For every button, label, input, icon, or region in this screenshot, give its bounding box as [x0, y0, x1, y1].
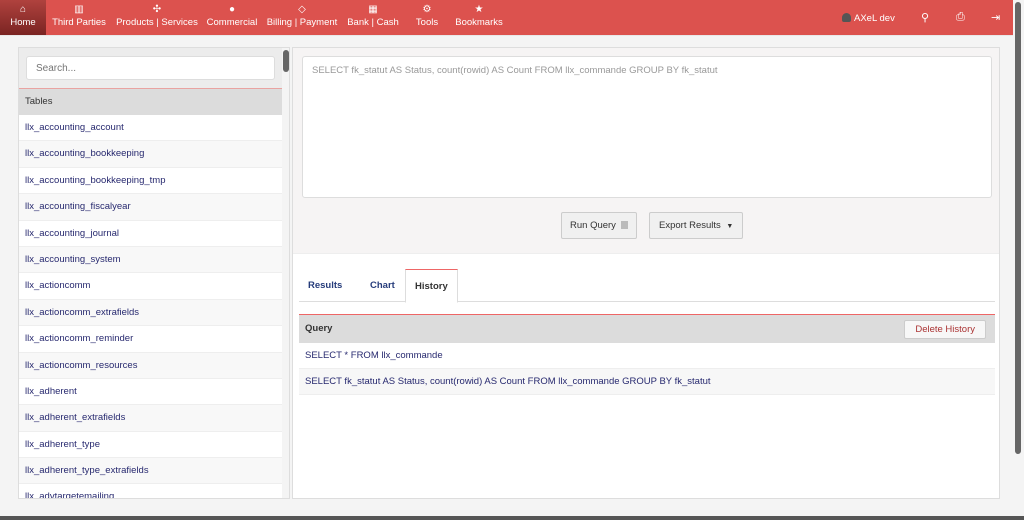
table-item[interactable]: llx_accounting_journal	[19, 221, 282, 247]
bottom-bar	[0, 516, 1024, 520]
table-item[interactable]: llx_advtargetemailing	[19, 484, 282, 498]
logout-icon[interactable]: ⇥	[991, 11, 1000, 24]
tables-header: Tables	[19, 89, 282, 115]
table-item[interactable]: llx_actioncomm_reminder	[19, 326, 282, 353]
star-icon: ★	[474, 4, 484, 15]
table-item[interactable]: llx_actioncomm	[19, 273, 282, 300]
export-results-button[interactable]: Export Results ▼	[649, 212, 744, 239]
table-item[interactable]: llx_actioncomm_extrafields	[19, 299, 282, 327]
nav-label: Commercial	[206, 17, 258, 28]
search-icon[interactable]: ⚲	[921, 11, 929, 24]
table-item[interactable]: llx_adherent_type	[19, 432, 282, 459]
print-icon[interactable]: ⎙	[956, 11, 965, 24]
run-query-button[interactable]: Run Query	[561, 212, 637, 239]
user-name: AXeL dev	[854, 13, 895, 24]
table-item[interactable]: llx_adherent_extrafields	[19, 405, 282, 432]
diamond-icon: ◇	[298, 4, 306, 15]
history-row[interactable]: SELECT * FROM llx_commande	[299, 343, 995, 369]
query-editor-area: SELECT fk_statut AS Status, count(rowid)…	[293, 48, 999, 254]
table-item[interactable]: llx_accounting_bookkeeping	[19, 141, 282, 168]
nav-label: Bank | Cash	[347, 17, 399, 28]
tables-list: llx_accounting_account llx_accounting_bo…	[19, 115, 289, 498]
user-icon: ●	[228, 4, 236, 15]
table-item[interactable]: llx_accounting_bookkeeping_tmp	[19, 168, 282, 195]
tab-history[interactable]: History	[405, 269, 458, 303]
query-panel: SELECT fk_statut AS Status, count(rowid)…	[292, 47, 1000, 499]
bank-icon: ▦	[368, 4, 378, 15]
home-icon: ⌂	[19, 4, 27, 15]
nav-label: Products | Services	[116, 17, 198, 28]
avatar-icon	[842, 13, 851, 22]
nav-label: Home	[10, 17, 36, 28]
user-menu[interactable]: AXeL dev	[842, 13, 895, 24]
export-label: Export Results	[659, 220, 721, 231]
top-navbar: ⌂ Home ▥ Third Parties ✣ Products | Service…	[0, 0, 1024, 36]
delete-history-button[interactable]: Delete History	[904, 320, 986, 339]
nav-bank-cash[interactable]: ▦ Bank | Cash	[344, 0, 402, 35]
tables-sidebar: Tables llx_accounting_account llx_accoun…	[18, 47, 290, 499]
caret-down-icon: ▼	[726, 223, 734, 230]
nav-home[interactable]: ⌂ Home	[0, 0, 46, 35]
nav-label: Third Parties	[52, 17, 106, 28]
result-tabs: Results Chart History	[299, 269, 995, 303]
table-item[interactable]: llx_actioncomm_resources	[19, 352, 282, 379]
page-scrollbar-thumb[interactable]	[1015, 2, 1021, 454]
table-search-input[interactable]	[26, 56, 275, 80]
sidebar-scrollbar[interactable]	[282, 48, 289, 498]
nav-tools[interactable]: ⚙ Tools	[410, 0, 444, 35]
cogs-icon: ⚙	[422, 4, 432, 15]
nav-label: Tools	[415, 17, 439, 28]
history-table: Query Delete History SELECT * FROM llx_co…	[299, 314, 995, 395]
nav-third-parties[interactable]: ▥ Third Parties	[48, 0, 110, 35]
table-item[interactable]: llx_accounting_fiscalyear	[19, 194, 282, 221]
tab-chart[interactable]: Chart	[361, 269, 404, 302]
table-item[interactable]: llx_accounting_account	[19, 115, 282, 142]
tab-results[interactable]: Results	[299, 269, 351, 302]
nav-label: Billing | Payment	[266, 17, 338, 28]
search-container	[19, 48, 289, 89]
cubes-icon: ✣	[152, 4, 162, 15]
run-query-label: Run Query	[570, 220, 616, 231]
nav-billing-payment[interactable]: ◇ Billing | Payment	[265, 0, 339, 35]
table-item[interactable]: llx_accounting_system	[19, 246, 282, 274]
help-icon	[620, 221, 628, 229]
table-item[interactable]: llx_adherent_type_extrafields	[19, 458, 282, 485]
nav-products-services[interactable]: ✣ Products | Services	[114, 0, 200, 35]
query-textarea[interactable]: SELECT fk_statut AS Status, count(rowid)…	[302, 56, 992, 198]
nav-label: Bookmarks	[455, 17, 503, 28]
history-header: Query Delete History	[299, 314, 995, 343]
nav-commercial[interactable]: ● Commercial	[204, 0, 260, 35]
nav-bookmarks[interactable]: ★ Bookmarks	[452, 0, 506, 35]
history-row[interactable]: SELECT fk_statut AS Status, count(rowid)…	[299, 369, 995, 395]
query-column-header: Query	[305, 323, 333, 334]
building-icon: ▥	[74, 4, 84, 15]
page-scrollbar[interactable]	[1013, 0, 1024, 520]
table-item[interactable]: llx_adherent	[19, 379, 282, 406]
scrollbar-thumb[interactable]	[283, 50, 289, 72]
